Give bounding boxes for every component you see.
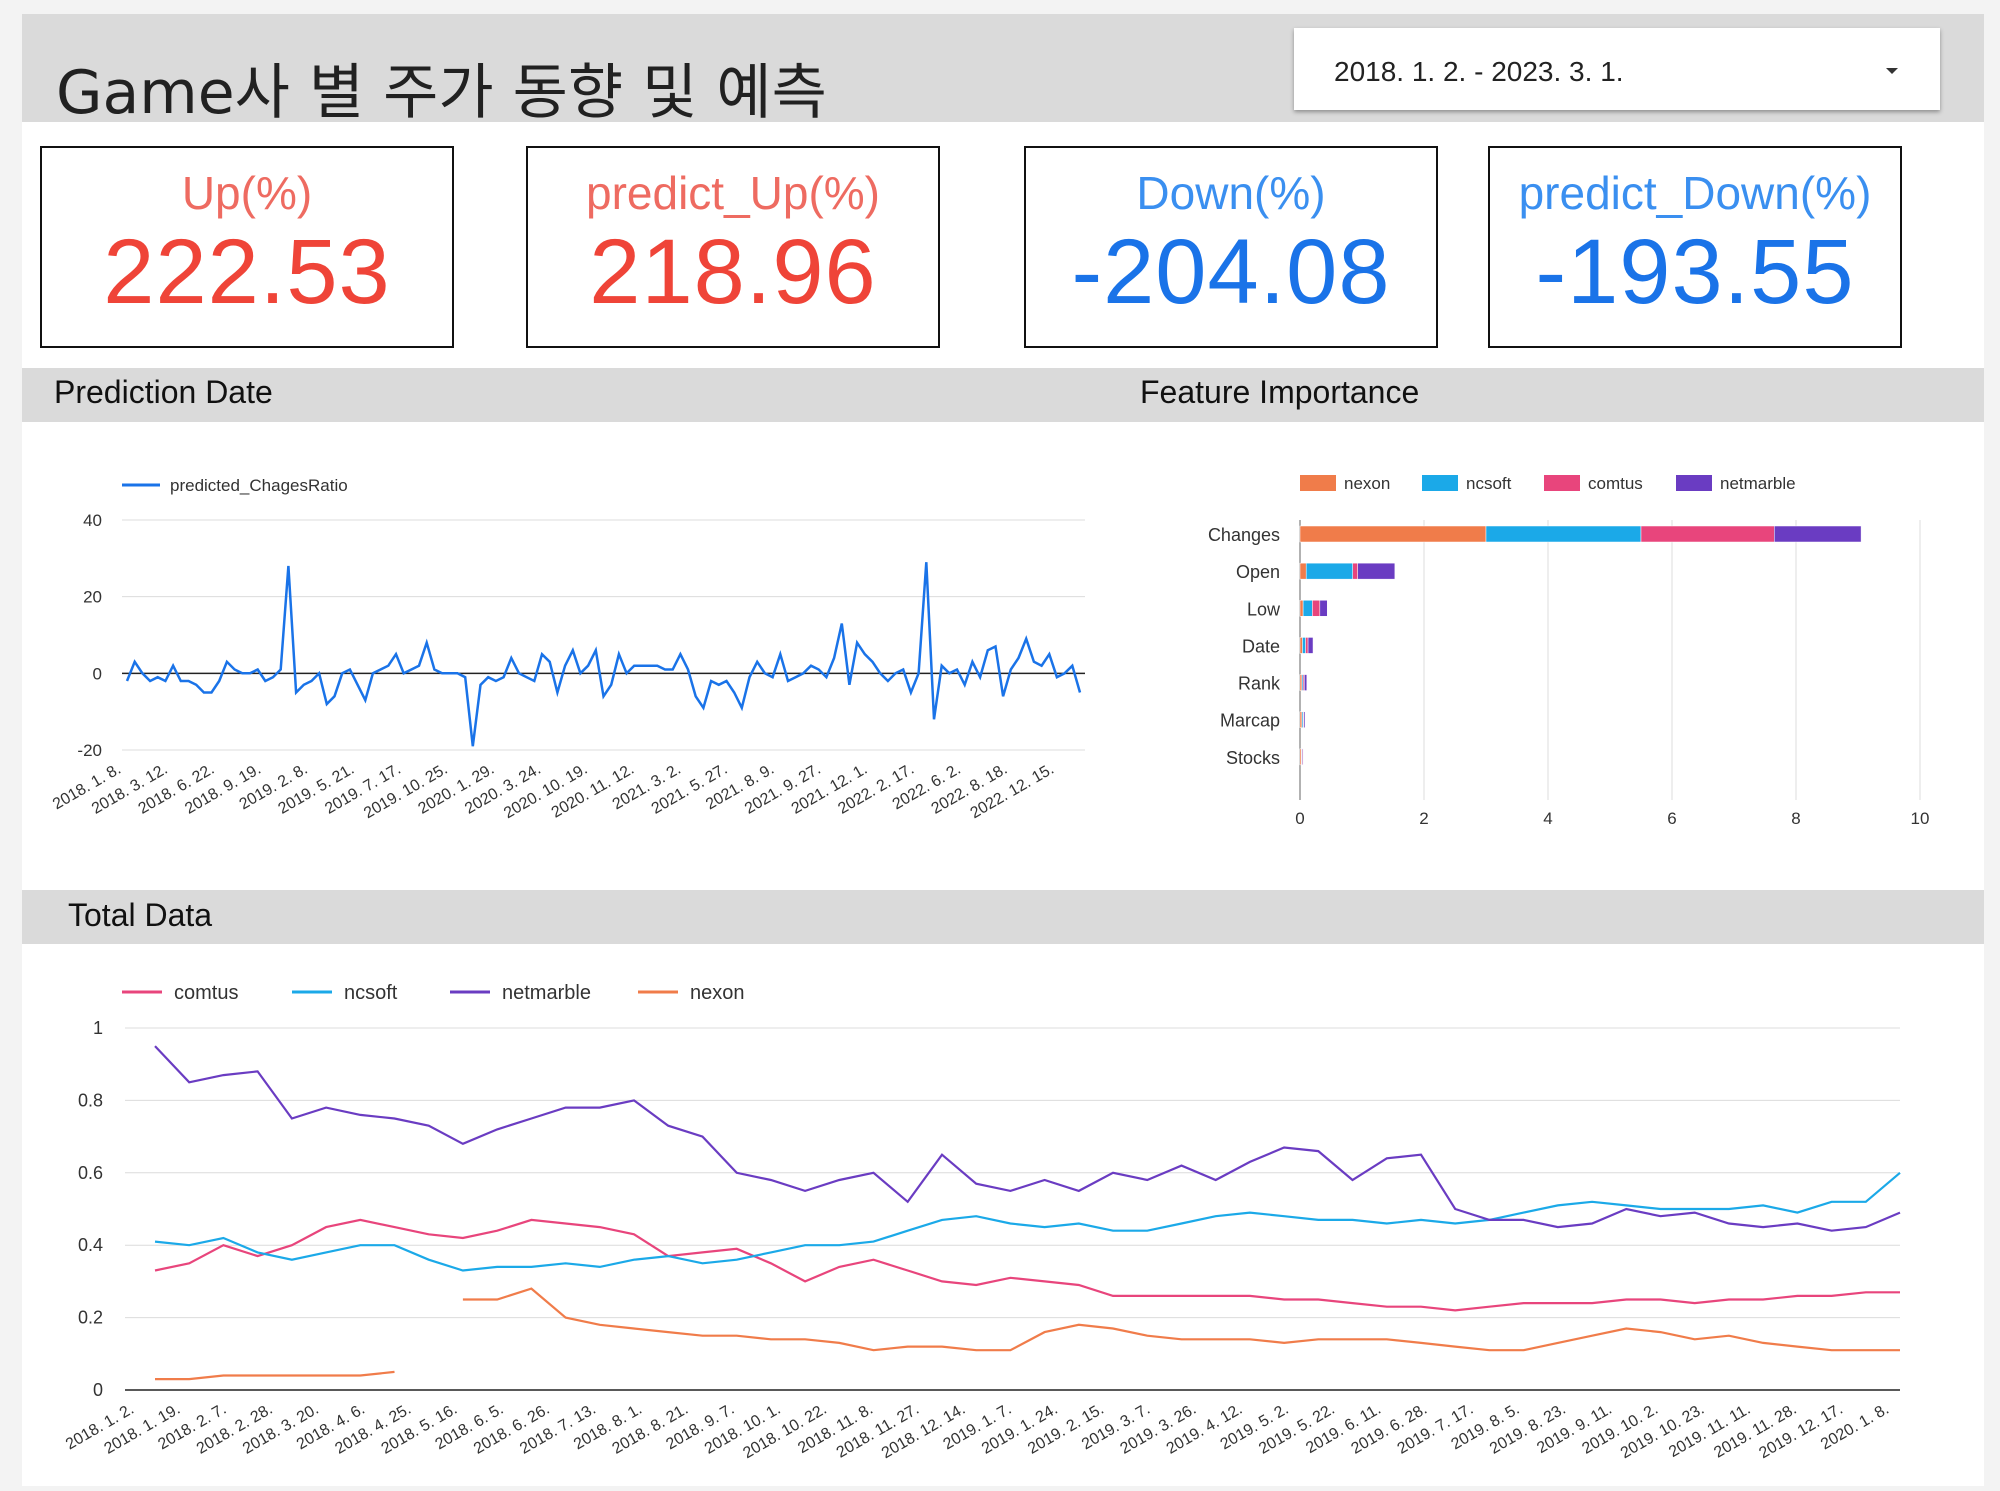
legend-label: predicted_ChagesRatio — [170, 476, 348, 495]
legend-label: comtus — [174, 982, 238, 1004]
series-line-nexon — [155, 1287, 1900, 1381]
legend-label: netmarble — [502, 982, 591, 1004]
y-category-label: Low — [1247, 599, 1281, 619]
bar-comtus — [1352, 562, 1358, 580]
x-tick-label: 2 — [1419, 809, 1428, 828]
y-tick-label: 0 — [93, 664, 102, 683]
bar-ncsoft — [1305, 562, 1353, 580]
y-category-label: Stocks — [1226, 748, 1280, 768]
bar-nexon — [1299, 674, 1303, 691]
bar-netmarble — [1774, 525, 1862, 543]
kpi-value: -193.55 — [1535, 221, 1855, 323]
y-category-label: Open — [1236, 562, 1280, 582]
y-tick-label: 0.4 — [78, 1235, 103, 1255]
date-range-control[interactable]: 2018. 1. 2. - 2023. 3. 1. — [1294, 28, 1940, 110]
kpi-label: Down(%) — [1136, 167, 1326, 219]
legend-label: nexon — [1344, 474, 1390, 493]
legend-label: netmarble — [1720, 474, 1796, 493]
kpi-value: -204.08 — [1071, 221, 1391, 323]
legend-label: ncsoft — [1466, 474, 1512, 493]
bar-nexon — [1299, 711, 1303, 728]
legend-label: nexon — [690, 982, 745, 1004]
feature-importance-bar-chart[interactable]: nexon ncsoft comtus netmarble 0 2 4 6 8 10 Changes… — [1150, 440, 1950, 860]
y-tick-label: 0 — [93, 1380, 103, 1400]
x-tick-label: 4 — [1543, 809, 1552, 828]
bar-netmarble — [1302, 748, 1304, 766]
series-line-comtus — [154, 1218, 1900, 1312]
kpi-label: predict_Up(%) — [586, 167, 880, 219]
y-tick-label: 0.6 — [78, 1163, 103, 1183]
series-line-predicted — [125, 562, 1082, 747]
bar-ncsoft — [1485, 525, 1642, 543]
kpi-card-predict-down[interactable]: predict_Down(%) -193.55 — [1488, 146, 1902, 348]
bar-comtus — [1305, 637, 1309, 654]
legend-swatch — [1676, 475, 1712, 491]
legend-swatch — [1544, 475, 1580, 491]
total-data-line-chart[interactable]: comtus ncsoft netmarble nexon 1 0.8 0.6 0.4 0.2 0… — [30, 960, 1970, 1480]
prediction-line-chart[interactable]: predicted_ChagesRatio40200-202018. 1. 8.… — [30, 440, 1090, 860]
legend-label: comtus — [1588, 474, 1643, 493]
y-tick-label: 0.2 — [78, 1308, 103, 1328]
section-title-prediction: Prediction Date — [54, 374, 273, 410]
date-range-value: 2018. 1. 2. - 2023. 3. 1. — [1334, 56, 1624, 87]
bar-nexon — [1299, 600, 1304, 617]
bar-comtus — [1640, 525, 1775, 543]
x-tick-label: 6 — [1667, 809, 1676, 828]
kpi-value: 218.96 — [589, 221, 877, 323]
y-category-label: Date — [1242, 636, 1280, 656]
bar-netmarble — [1303, 711, 1306, 728]
y-category-label: Marcap — [1220, 711, 1280, 731]
kpi-card-predict-up[interactable]: predict_Up(%) 218.96 — [526, 146, 940, 348]
kpi-card-up[interactable]: Up(%) 222.53 — [40, 146, 454, 348]
bar-nexon — [1299, 525, 1487, 543]
bar-comtus — [1312, 600, 1321, 617]
chevron-down-icon — [1886, 68, 1898, 74]
legend-swatch — [1422, 475, 1458, 491]
bar-ncsoft — [1302, 637, 1306, 654]
x-tick-label: 10 — [1911, 809, 1930, 828]
y-tick-label: 0.8 — [78, 1090, 103, 1110]
bar-netmarble — [1357, 562, 1396, 580]
y-category-label: Rank — [1238, 674, 1281, 694]
y-tick-label: -20 — [77, 741, 102, 760]
series-line-netmarble — [154, 1045, 1901, 1232]
kpi-label: Up(%) — [181, 167, 313, 219]
page-title: Game사 별 주가 동향 및 예측 — [56, 58, 827, 128]
bar-nexon — [1299, 562, 1307, 580]
legend-swatch — [1300, 475, 1336, 491]
bar-netmarble — [1307, 637, 1314, 654]
kpi-label: predict_Down(%) — [1518, 167, 1872, 219]
section-title-total: Total Data — [68, 897, 213, 933]
x-tick-label: 0 — [1295, 809, 1304, 828]
section-band-total — [22, 890, 1984, 944]
y-tick-label: 1 — [93, 1018, 103, 1038]
section-band-middle — [22, 368, 1984, 422]
section-title-feature: Feature Importance — [1140, 374, 1420, 410]
y-tick-label: 40 — [83, 511, 102, 530]
bar-nexon — [1299, 637, 1303, 654]
bar-netmarble — [1319, 600, 1328, 617]
bar-netmarble — [1304, 674, 1308, 691]
kpi-value: 222.53 — [103, 221, 391, 323]
series-line-ncsoft — [154, 1171, 1901, 1272]
legend-label: ncsoft — [344, 982, 398, 1004]
bar-ncsoft — [1302, 600, 1313, 617]
x-tick-label: 8 — [1791, 809, 1800, 828]
y-tick-label: 20 — [83, 588, 102, 607]
kpi-card-down[interactable]: Down(%) -204.08 — [1024, 146, 1438, 348]
y-category-label: Changes — [1208, 525, 1280, 545]
